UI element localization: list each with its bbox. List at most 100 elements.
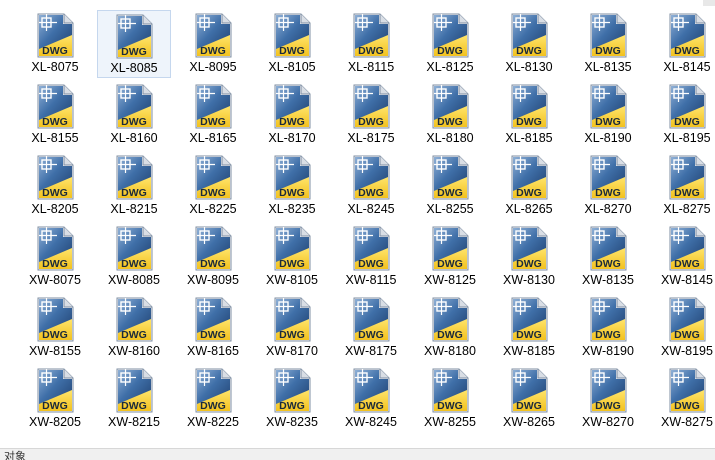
file-name: XL-8085 [110,61,158,75]
svg-text:DWG: DWG [42,45,68,57]
svg-text:DWG: DWG [437,45,463,57]
file-item[interactable]: DWG XL-8235 [255,152,329,220]
file-item[interactable]: DWG XL-8185 [492,81,566,149]
file-name: XL-8155 [31,131,79,145]
dwg-file-icon: DWG [35,368,75,414]
file-name: XW-8170 [266,344,318,358]
svg-text:DWG: DWG [279,45,305,57]
svg-text:DWG: DWG [437,258,463,270]
dwg-file-icon: DWG [509,155,549,201]
file-item[interactable]: DWG XW-8170 [255,294,329,362]
file-item[interactable]: DWG XL-8160 [97,81,171,149]
file-item[interactable]: DWG XW-8175 [334,294,408,362]
dwg-file-icon: DWG [35,297,75,343]
file-item[interactable]: DWG XW-8115 [334,223,408,291]
svg-text:DWG: DWG [121,400,147,412]
file-item[interactable]: DWG XW-8075 [18,223,92,291]
file-item[interactable]: DWG XW-8205 [18,365,92,433]
svg-text:DWG: DWG [42,400,68,412]
file-item[interactable]: DWG XL-8095 [176,10,250,78]
file-name: XW-8130 [503,273,555,287]
dwg-file-icon: DWG [667,84,707,130]
svg-text:DWG: DWG [42,329,68,341]
dwg-file-icon: DWG [588,155,628,201]
file-item[interactable]: DWG XL-8075 [18,10,92,78]
file-name: XL-8190 [584,131,632,145]
file-item[interactable]: DWG XL-8125 [413,10,487,78]
file-item[interactable]: DWG XW-8160 [97,294,171,362]
file-item[interactable]: DWG XL-8170 [255,81,329,149]
file-item[interactable]: DWG XW-8195 [650,294,715,362]
file-item[interactable]: DWG XW-8225 [176,365,250,433]
file-item[interactable]: DWG XW-8085 [97,223,171,291]
dwg-file-icon: DWG [430,368,470,414]
file-item[interactable]: DWG XL-8270 [571,152,645,220]
dwg-file-icon: DWG [351,155,391,201]
dwg-file-icon: DWG [272,226,312,272]
svg-text:DWG: DWG [437,400,463,412]
file-item[interactable]: DWG XL-8085 [97,10,171,78]
file-item[interactable]: DWG XW-8275 [650,365,715,433]
file-name: XL-8195 [663,131,711,145]
dwg-file-icon: DWG [588,226,628,272]
file-item[interactable]: DWG XL-8190 [571,81,645,149]
file-item[interactable]: DWG XW-8130 [492,223,566,291]
file-item[interactable]: DWG XL-8255 [413,152,487,220]
dwg-file-icon: DWG [351,297,391,343]
dwg-file-icon: DWG [193,13,233,59]
scrollbar-top[interactable] [703,0,715,6]
file-item[interactable]: DWG XW-8155 [18,294,92,362]
file-item[interactable]: DWG XL-8215 [97,152,171,220]
file-item[interactable]: DWG XL-8275 [650,152,715,220]
file-item[interactable]: DWG XL-8155 [18,81,92,149]
svg-text:DWG: DWG [279,400,305,412]
file-item[interactable]: DWG XL-8195 [650,81,715,149]
file-item[interactable]: DWG XL-8205 [18,152,92,220]
file-item[interactable]: DWG XW-8125 [413,223,487,291]
file-name: XW-8145 [661,273,713,287]
file-item[interactable]: DWG XW-8265 [492,365,566,433]
file-item[interactable]: DWG XW-8185 [492,294,566,362]
file-item[interactable]: DWG XL-8225 [176,152,250,220]
file-grid[interactable]: DWG XL-8075 DWG XL-8085 DWG XL-8095 DWG XL-8105… [0,0,715,448]
file-name: XL-8105 [268,60,316,74]
file-item[interactable]: DWG XW-8105 [255,223,329,291]
file-name: XL-8235 [268,202,316,216]
file-item[interactable]: DWG XW-8165 [176,294,250,362]
file-item[interactable]: DWG XL-8130 [492,10,566,78]
svg-text:DWG: DWG [595,258,621,270]
file-item[interactable]: DWG XL-8145 [650,10,715,78]
file-item[interactable]: DWG XW-8180 [413,294,487,362]
file-item[interactable]: DWG XW-8235 [255,365,329,433]
dwg-file-icon: DWG [351,84,391,130]
file-item[interactable]: DWG XW-8145 [650,223,715,291]
file-name: XL-8205 [31,202,79,216]
file-name: XL-8160 [110,131,158,145]
svg-text:DWG: DWG [42,116,68,128]
svg-text:DWG: DWG [674,258,700,270]
svg-text:DWG: DWG [358,329,384,341]
file-item[interactable]: DWG XW-8095 [176,223,250,291]
file-item[interactable]: DWG XL-8180 [413,81,487,149]
svg-text:DWG: DWG [358,258,384,270]
file-item[interactable]: DWG XL-8105 [255,10,329,78]
file-item[interactable]: DWG XW-8255 [413,365,487,433]
file-name: XW-8125 [424,273,476,287]
file-item[interactable]: DWG XL-8165 [176,81,250,149]
file-item[interactable]: DWG XW-8215 [97,365,171,433]
file-name: XW-8215 [108,415,160,429]
file-item[interactable]: DWG XL-8265 [492,152,566,220]
file-item[interactable]: DWG XW-8245 [334,365,408,433]
file-item[interactable]: DWG XL-8245 [334,152,408,220]
file-item[interactable]: DWG XW-8190 [571,294,645,362]
file-name: XW-8180 [424,344,476,358]
svg-text:DWG: DWG [595,329,621,341]
file-item[interactable]: DWG XL-8175 [334,81,408,149]
file-item[interactable]: DWG XW-8135 [571,223,645,291]
file-item[interactable]: DWG XW-8270 [571,365,645,433]
svg-text:DWG: DWG [42,258,68,270]
file-item[interactable]: DWG XL-8135 [571,10,645,78]
file-item[interactable]: DWG XL-8115 [334,10,408,78]
dwg-file-icon: DWG [351,13,391,59]
file-name: XL-8265 [505,202,553,216]
